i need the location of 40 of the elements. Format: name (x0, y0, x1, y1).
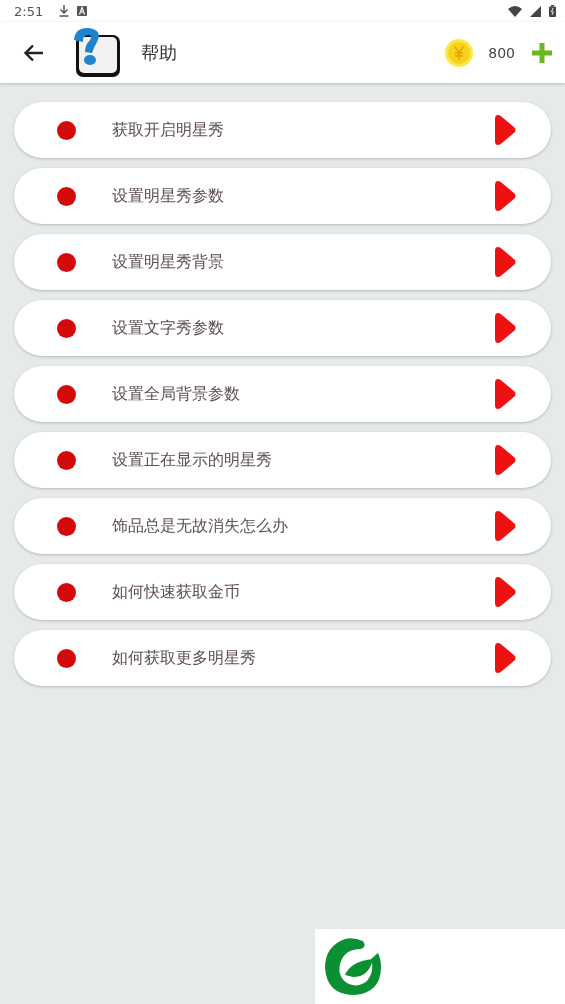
help-topic-item[interactable]: 如何快速获取金币 (14, 564, 551, 620)
coin-count: 800 (488, 44, 515, 61)
coin-icon (445, 38, 474, 67)
bullet-icon (57, 648, 76, 668)
help-topic-item[interactable]: 饰品总是无故消失怎么办 (14, 498, 551, 554)
help-topic-item[interactable]: 获取开启明星秀 (14, 102, 551, 158)
bullet-icon (57, 450, 76, 470)
status-time: 2:51 (14, 3, 44, 19)
play-icon (495, 643, 516, 673)
bullet-icon (57, 582, 76, 602)
bullet-icon (57, 186, 76, 206)
battery-icon (549, 5, 556, 17)
play-icon (495, 181, 516, 211)
bullet-icon (57, 120, 76, 140)
keyboard-app-icon (77, 6, 88, 16)
wifi-icon (508, 5, 522, 17)
play-icon (495, 313, 516, 343)
help-topic-item[interactable]: 设置全局背景参数 (14, 366, 551, 422)
download-icon (59, 5, 70, 17)
bullet-icon (57, 252, 76, 272)
bullet-icon (57, 318, 76, 338)
play-icon (495, 445, 516, 475)
bullet-icon (57, 384, 76, 404)
help-topic-item[interactable]: 设置正在显示的明星秀 (14, 432, 551, 488)
bullet-icon (57, 516, 76, 536)
ad-banner[interactable] (315, 929, 565, 1004)
play-icon (495, 247, 516, 277)
help-topic-item[interactable]: 设置明星秀参数 (14, 168, 551, 224)
play-icon (495, 577, 516, 607)
leaf-logo-icon (323, 936, 383, 997)
signal-icon (530, 5, 541, 17)
help-topic-item[interactable]: 设置明星秀背景 (14, 234, 551, 290)
help-topic-item[interactable]: 设置文字秀参数 (14, 300, 551, 356)
play-icon (495, 115, 516, 145)
plus-icon (531, 41, 553, 64)
help-topic-item[interactable]: 如何获取更多明星秀 (14, 630, 551, 686)
add-coins-button[interactable] (531, 41, 553, 64)
play-icon (495, 511, 516, 541)
page-title: 帮助 (141, 40, 177, 65)
play-icon (495, 379, 516, 409)
